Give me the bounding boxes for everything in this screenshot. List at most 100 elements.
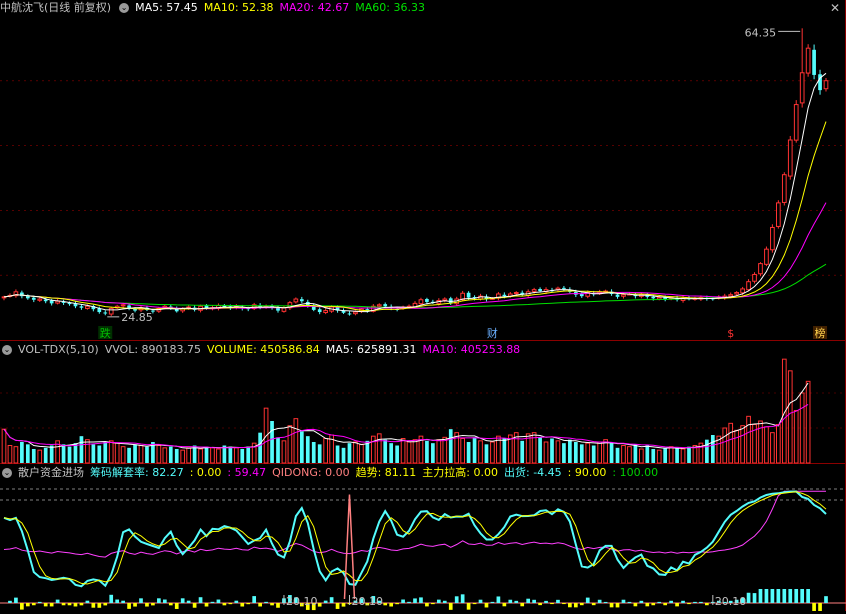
volume-bar bbox=[460, 438, 465, 464]
volume-bar bbox=[609, 443, 614, 463]
indicator-histogram-bar bbox=[234, 600, 239, 603]
event-marker: 榜 bbox=[815, 326, 826, 340]
indicator-histogram-bar bbox=[25, 603, 30, 607]
candle-body bbox=[502, 294, 507, 297]
candle-body bbox=[347, 313, 352, 315]
settings-circle-icon[interactable]: ⌄ bbox=[2, 345, 12, 355]
volume-bar bbox=[67, 446, 72, 463]
candle-body bbox=[746, 281, 751, 291]
candle-body bbox=[562, 287, 566, 289]
indicator-histogram-bar bbox=[472, 603, 477, 605]
indicator-histogram-bar bbox=[782, 589, 787, 603]
settings-circle-icon[interactable]: ⌄ bbox=[2, 468, 12, 478]
event-marker: $ bbox=[727, 327, 734, 340]
volume-bar bbox=[180, 449, 186, 464]
indicator-histogram-bar bbox=[341, 603, 346, 607]
volume-bar bbox=[520, 440, 525, 463]
volume-bar bbox=[281, 440, 287, 464]
volume-bar bbox=[353, 441, 358, 464]
indicator-histogram-bar bbox=[121, 600, 125, 603]
volume-bar bbox=[412, 439, 418, 464]
indicator-histogram-bar bbox=[562, 603, 566, 605]
indicator-histogram-bar bbox=[800, 589, 805, 603]
volume-bar bbox=[550, 438, 554, 463]
indicator-histogram-bar bbox=[216, 599, 221, 603]
indicator-histogram-bar bbox=[186, 600, 191, 603]
candle-body bbox=[317, 309, 322, 313]
ind-t4: QIDONG: 0.00 bbox=[272, 466, 350, 479]
indicator-histogram-bar bbox=[61, 603, 66, 606]
indicator-histogram-bar bbox=[651, 603, 656, 606]
indicator-histogram-bar bbox=[687, 603, 691, 605]
candle-body bbox=[728, 294, 734, 297]
indicator-histogram-bar bbox=[502, 603, 507, 607]
indicator-histogram-bar bbox=[627, 601, 632, 603]
volume-bar bbox=[162, 447, 168, 464]
ma20-line bbox=[3, 202, 827, 310]
volume-bar bbox=[156, 445, 162, 464]
indicator-histogram-bar bbox=[157, 598, 161, 603]
ind-t7: 出货: -4.45 bbox=[504, 466, 562, 479]
volume-bar bbox=[746, 415, 751, 464]
indicator-histogram-bar bbox=[389, 603, 394, 607]
indicator-histogram-bar bbox=[597, 599, 602, 603]
volume-label: VOLUME: 450586.84 bbox=[207, 343, 320, 356]
indicator-histogram-bar bbox=[556, 599, 560, 603]
ind-t9: : 100.00 bbox=[612, 466, 659, 479]
volume-bar bbox=[293, 418, 299, 464]
indicator-histogram-bar bbox=[591, 603, 596, 606]
indicator-histogram-bar bbox=[139, 598, 143, 603]
indicator-histogram-bar bbox=[91, 603, 96, 608]
candle-body bbox=[31, 297, 36, 300]
indicator-histogram-bar bbox=[705, 603, 709, 606]
candle-body bbox=[805, 47, 811, 74]
volume-bar bbox=[615, 447, 620, 463]
indicator-histogram-bar bbox=[776, 589, 781, 603]
volume-bar bbox=[538, 437, 542, 463]
ind-t8: : 90.00 bbox=[567, 466, 607, 479]
indicator-histogram-bar bbox=[168, 603, 173, 606]
indicator-histogram-bar bbox=[466, 603, 471, 610]
close-icon[interactable]: ✕ bbox=[830, 1, 840, 15]
volume-bar bbox=[436, 439, 442, 464]
ma60-label: MA60: 36.33 bbox=[355, 1, 425, 14]
volume-bar bbox=[276, 437, 280, 463]
indicator-histogram-bar bbox=[127, 603, 131, 609]
price-panel-header: 中航沈飞(日线 前复权) ⌄ MA5: 57.45 MA10: 52.38 MA20: … bbox=[0, 0, 431, 16]
indicator-histogram-bar bbox=[764, 589, 769, 603]
volume-bar bbox=[680, 448, 686, 464]
volume-bar bbox=[562, 443, 566, 463]
indicator-histogram-bar bbox=[770, 589, 775, 603]
trend-line bbox=[3, 491, 827, 585]
ind-t2: : 0.00 bbox=[189, 466, 222, 479]
ind-t5: 趋势: 81.11 bbox=[355, 466, 417, 479]
ma10-line bbox=[3, 121, 827, 312]
volume-bar bbox=[656, 449, 662, 464]
volume-bar bbox=[591, 445, 596, 463]
vol-ma5-label: MA5: 625891.31 bbox=[325, 343, 417, 356]
volume-bar bbox=[108, 440, 114, 464]
candle-body bbox=[621, 294, 626, 297]
volume-bar bbox=[233, 447, 239, 464]
indicator-value-label: 20.10 bbox=[715, 595, 747, 608]
volume-bar bbox=[651, 449, 656, 463]
indicator-histogram-bar bbox=[8, 600, 12, 603]
volume-bar bbox=[376, 433, 382, 464]
ind-t6: 主力拉高: 0.00 bbox=[422, 466, 498, 479]
volume-bar bbox=[299, 431, 304, 463]
indicator-histogram-bar bbox=[609, 603, 614, 608]
indicator-histogram-bar bbox=[490, 601, 495, 603]
volume-bar bbox=[597, 441, 602, 464]
volume-bar bbox=[138, 445, 144, 464]
indicator-histogram-bar bbox=[573, 603, 578, 608]
indicator-histogram-bar bbox=[824, 596, 828, 603]
indicator-histogram-bar bbox=[145, 603, 149, 607]
indicator-panel-header: ⌄ 散户资金进场 筹码解套率: 82.27: 0.00: 59.47 QIDONG: … bbox=[0, 465, 664, 481]
indicator-histogram-bar bbox=[162, 599, 167, 603]
dropdown-icon[interactable]: ⌄ bbox=[119, 3, 130, 13]
volume-bar bbox=[448, 429, 453, 463]
indicator-histogram-bar bbox=[550, 603, 554, 605]
candle-body bbox=[656, 297, 662, 300]
indicator-histogram-bar bbox=[448, 603, 453, 610]
candle-body bbox=[299, 299, 304, 302]
